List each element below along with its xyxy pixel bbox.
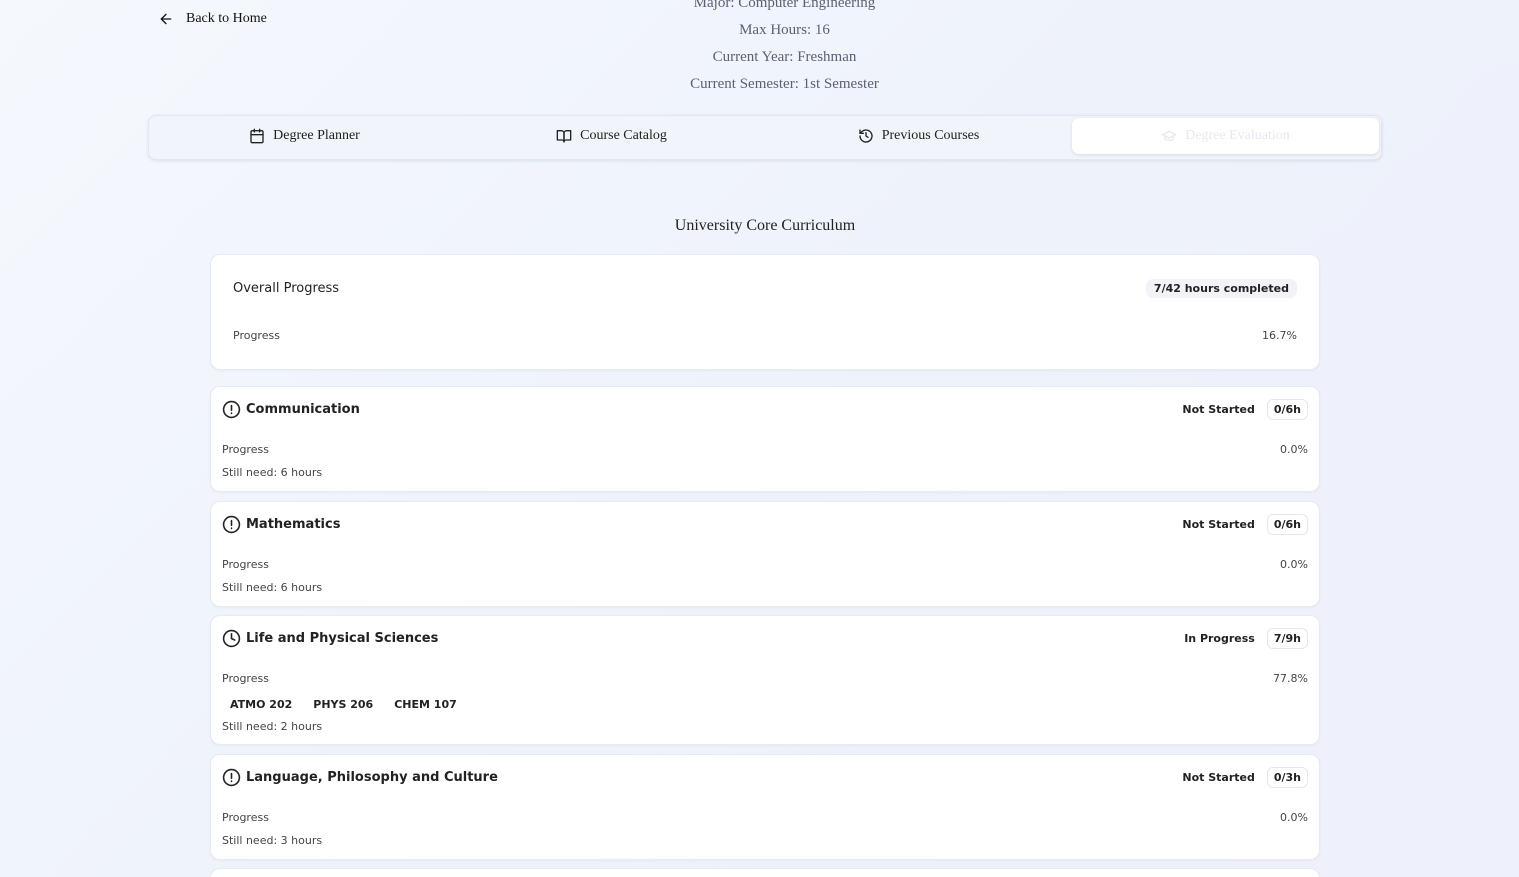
category-card-language-philosophy-culture[interactable]: Language, Philosophy and Culture Not Sta… bbox=[210, 754, 1320, 860]
progress-label: Progress bbox=[222, 811, 269, 824]
status-badge: Not Started bbox=[1182, 403, 1255, 416]
still-need-text: Still need: 6 hours bbox=[222, 466, 323, 479]
category-header: Communication bbox=[222, 400, 360, 419]
still-need-text: Still need: 2 hours bbox=[222, 720, 323, 733]
clock-icon bbox=[222, 629, 241, 648]
calendar-icon bbox=[250, 128, 264, 144]
tab-previous-courses[interactable]: Previous Courses bbox=[765, 118, 1072, 154]
progress-label: Progress bbox=[222, 672, 269, 685]
course-tag: CHEM 107 bbox=[394, 698, 457, 711]
overall-progress-title: Overall Progress bbox=[233, 281, 340, 296]
still-need-text: Still need: 3 hours bbox=[222, 834, 323, 847]
main-tabs: Degree Planner Course Catalog Previous C… bbox=[148, 115, 1382, 160]
student-info: Major: Computer Engineering Max Hours: 1… bbox=[0, 0, 1519, 98]
history-icon bbox=[859, 129, 873, 143]
alert-circle-icon bbox=[222, 515, 241, 534]
status-badge: Not Started bbox=[1182, 518, 1255, 531]
progress-value: 77.8% bbox=[1273, 672, 1308, 685]
hours-completed-badge: 7/42 hours completed bbox=[1145, 279, 1297, 298]
category-name: Language, Philosophy and Culture bbox=[246, 770, 498, 785]
hours-badge: 0/6h bbox=[1266, 399, 1308, 420]
graduation-cap-icon bbox=[1161, 130, 1177, 141]
category-name: Life and Physical Sciences bbox=[246, 631, 439, 646]
category-name: Communication bbox=[246, 402, 360, 417]
category-card-communication[interactable]: Communication Not Started 0/6h Progress … bbox=[210, 386, 1320, 492]
book-icon bbox=[556, 130, 572, 143]
section-title: University Core Curriculum bbox=[674, 217, 856, 234]
tab-previous-courses-label: Previous Courses bbox=[881, 128, 980, 143]
overall-progress-value: 16.7% bbox=[1262, 329, 1297, 342]
still-need-text: Still need: 6 hours bbox=[222, 581, 323, 594]
category-card-life-physical-sciences[interactable]: Life and Physical Sciences In Progress 7… bbox=[210, 615, 1320, 745]
student-max-hours: Max Hours: 16 bbox=[739, 22, 830, 38]
progress-label: Progress bbox=[222, 558, 269, 571]
student-current-semester: Current Semester: 1st Semester bbox=[690, 76, 879, 92]
status-badge: In Progress bbox=[1184, 632, 1255, 645]
progress-value: 0.0% bbox=[1280, 558, 1308, 571]
hours-badge: 7/9h bbox=[1266, 628, 1308, 649]
alert-circle-icon bbox=[222, 768, 241, 787]
overall-progress-label: Progress bbox=[233, 329, 280, 342]
tab-course-catalog[interactable]: Course Catalog bbox=[458, 118, 765, 154]
tab-course-catalog-label: Course Catalog bbox=[580, 128, 667, 143]
student-current-year: Current Year: Freshman bbox=[712, 49, 857, 65]
category-card-mathematics[interactable]: Mathematics Not Started 0/6h Progress 0.… bbox=[210, 501, 1320, 607]
tab-degree-planner-label: Degree Planner bbox=[273, 128, 360, 143]
category-name: Mathematics bbox=[246, 517, 341, 532]
tab-degree-planner[interactable]: Degree Planner bbox=[151, 118, 458, 154]
progress-label: Progress bbox=[222, 443, 269, 456]
alert-circle-icon bbox=[222, 400, 241, 419]
progress-value: 0.0% bbox=[1280, 811, 1308, 824]
status-badge: Not Started bbox=[1182, 771, 1255, 784]
category-header: Language, Philosophy and Culture bbox=[222, 768, 498, 787]
hours-badge: 0/3h bbox=[1266, 767, 1308, 788]
completed-courses-list: ATMO 202 PHYS 206 CHEM 107 bbox=[230, 698, 457, 711]
tab-degree-evaluation-label: Degree Evaluation bbox=[1185, 128, 1290, 143]
progress-value: 0.0% bbox=[1280, 443, 1308, 456]
student-major: Major: Computer Engineering bbox=[693, 0, 876, 11]
course-tag: PHYS 206 bbox=[313, 698, 374, 711]
category-header: Mathematics bbox=[222, 515, 340, 534]
category-header: Life and Physical Sciences bbox=[222, 629, 438, 648]
category-card-next bbox=[210, 868, 1320, 877]
course-tag: ATMO 202 bbox=[230, 698, 293, 711]
tab-degree-evaluation[interactable]: Degree Evaluation bbox=[1072, 118, 1379, 154]
hours-badge: 0/6h bbox=[1266, 514, 1308, 535]
overall-progress-card: Overall Progress 7/42 hours completed Pr… bbox=[210, 254, 1320, 370]
